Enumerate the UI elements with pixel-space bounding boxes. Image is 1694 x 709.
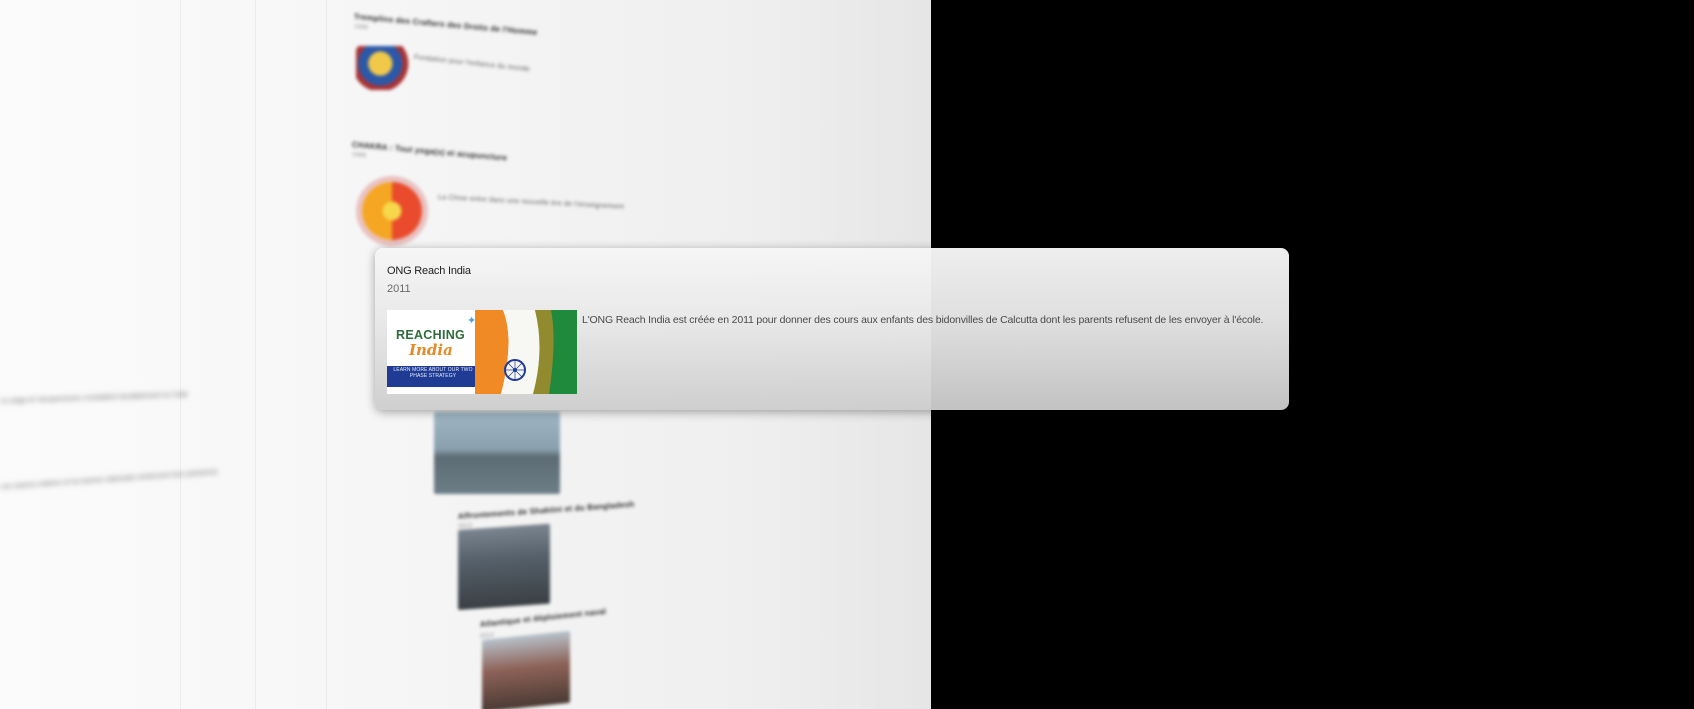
event-year: 2011 — [387, 283, 411, 295]
event-description: L'ONG Reach India est créée en 2011 pour… — [582, 314, 1264, 326]
timeline-entry-title: Atlantique et déploiement naval — [479, 606, 607, 629]
entry-street-thumbnail[interactable] — [482, 630, 570, 709]
timeline-entry-title: Affrontements de Shaktini et du Banglade… — [457, 499, 635, 521]
indian-flag-icon — [475, 310, 577, 394]
banner-cta-band[interactable]: LEARN MORE ABOUT OUR TWO PHASE STRATEGY — [387, 366, 479, 387]
banner-word-reaching: REACHING — [396, 328, 466, 342]
timeline-entry-year: 1989 — [351, 152, 367, 160]
timeline-entry-title: Tremplins des Crafters des Droits de l'H… — [353, 12, 538, 38]
timeline-entry-title: CHAKRA : Tout yoga(s) et acupuncture — [351, 140, 508, 163]
event-title: ONG Reach India — [387, 265, 471, 277]
banner-cta-text: LEARN MORE ABOUT OUR TWO PHASE STRATEGY — [393, 367, 473, 379]
entry-ship-thumbnail[interactable] — [434, 412, 560, 494]
timeline-entry-year: 1995 — [353, 24, 369, 32]
event-image-reaching-india[interactable]: ✦ REACHING India LEARN MORE ABOUT OUR TW… — [387, 310, 577, 394]
entry-crowd-thumbnail[interactable] — [458, 523, 550, 610]
screen: Tremplins des Crafters des Droits de l'H… — [0, 0, 1694, 709]
timeline-entry-snippet: La Chine entre dans une nouvelle ère de … — [437, 194, 625, 211]
entry-logo-thumbnail[interactable] — [356, 46, 410, 90]
timeline-entry-snippet: Fondation pour l'enfance du monde — [413, 54, 531, 74]
event-popover-card[interactable]: ONG Reach India 2011 ✦ REACHING India LE… — [375, 248, 1289, 410]
background-snippet: Les marins indiens et la marine national… — [0, 468, 218, 491]
background-snippet: Le yoga et l'acupuncture s'installent du… — [0, 391, 189, 405]
banner-word-india: India — [409, 341, 453, 359]
entry-yinyang-thumbnail[interactable] — [362, 182, 422, 240]
